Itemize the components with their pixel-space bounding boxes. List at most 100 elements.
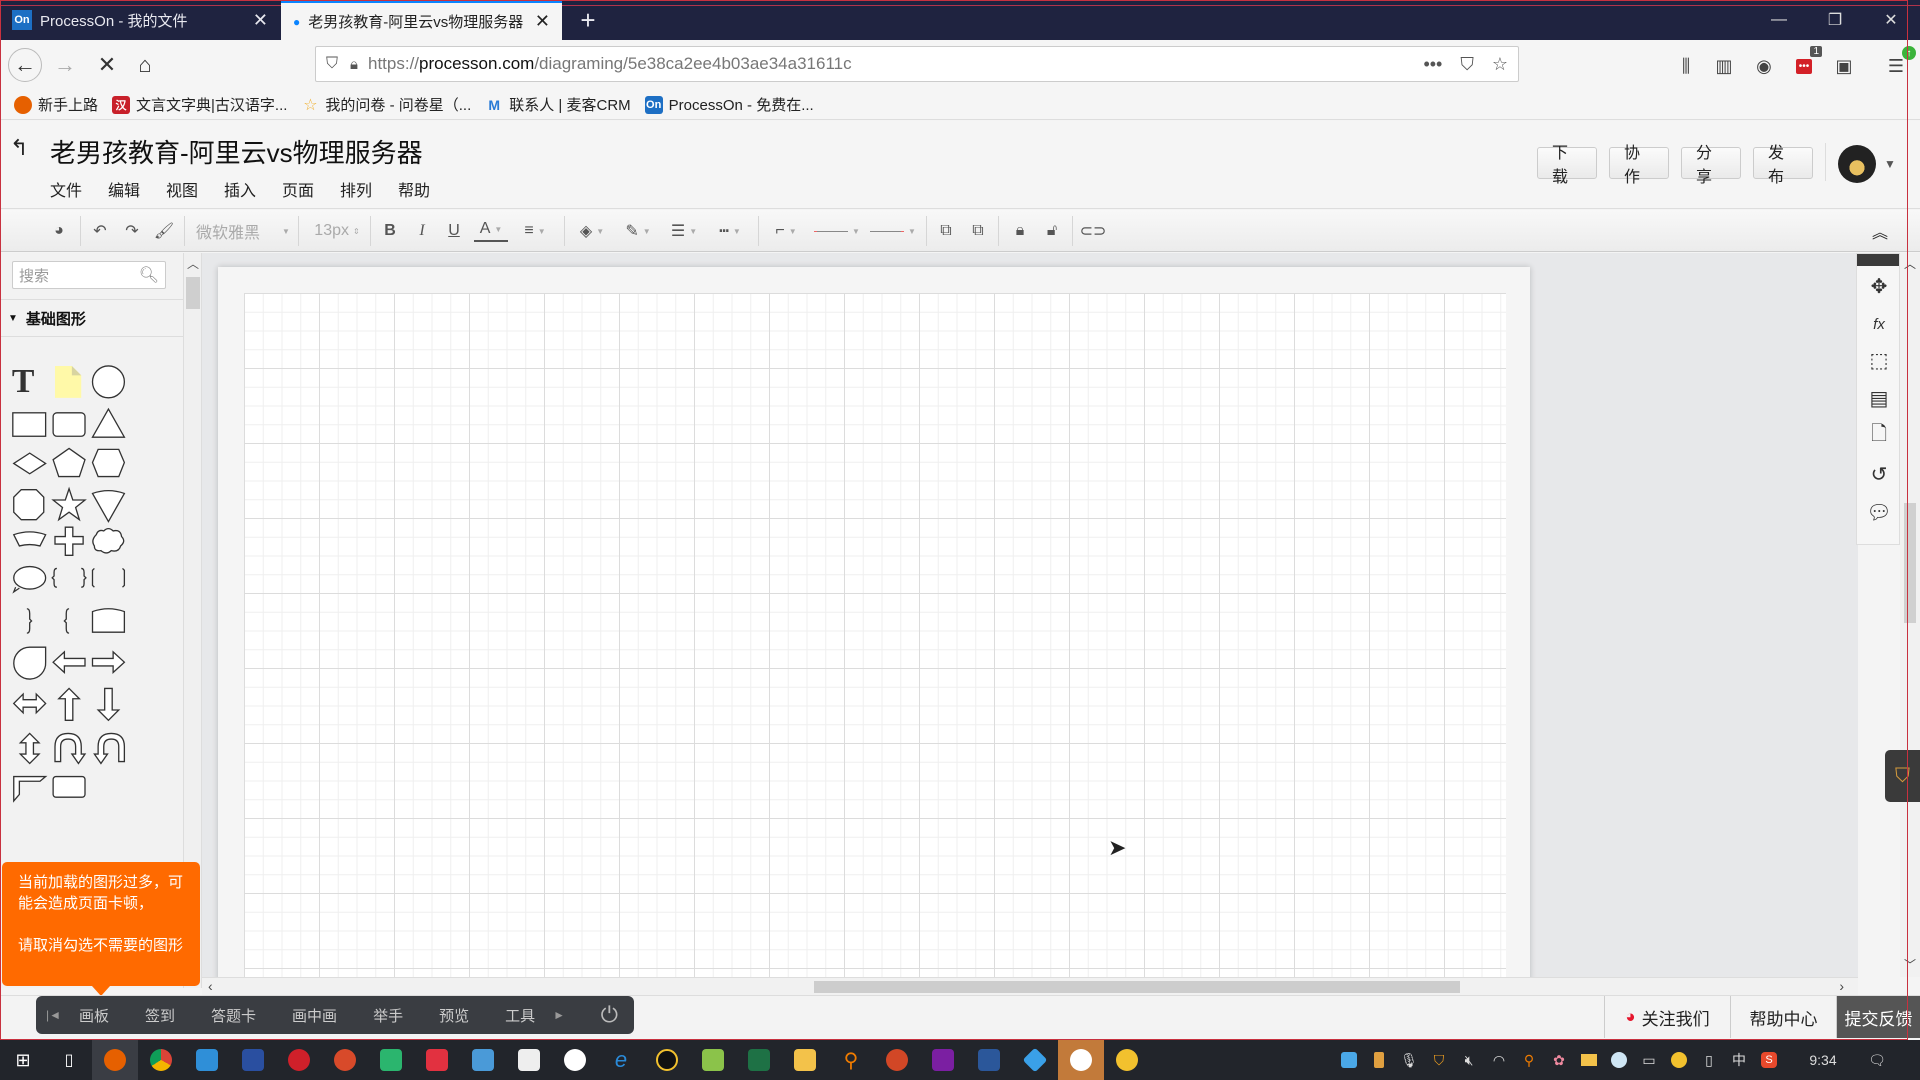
font-size-input[interactable]: 13px ⇕ — [310, 218, 364, 244]
close-tab-icon[interactable]: ✕ — [253, 10, 268, 31]
feedback-button[interactable]: 提交反馈 — [1836, 996, 1920, 1038]
rounded-rectangle-shape-icon[interactable] — [52, 412, 86, 437]
search-app-taskbar-icon[interactable]: ⚲ — [828, 1040, 874, 1080]
line-style-icon[interactable]: ┅ ▼ — [712, 218, 748, 244]
powerpoint-taskbar-icon[interactable] — [874, 1040, 920, 1080]
pentagon-shape-icon[interactable] — [52, 447, 86, 478]
trapezoid-arc-shape-icon[interactable] — [12, 531, 47, 547]
menu-file[interactable]: 文件 — [38, 177, 96, 201]
download-button[interactable]: 下载 — [1537, 145, 1597, 186]
typora-taskbar-icon[interactable] — [506, 1040, 552, 1080]
expand-right-icon[interactable]: ► — [553, 1008, 565, 1022]
lock-icon[interactable]: 🔒︎ — [350, 56, 358, 73]
corner-shape-icon[interactable] — [13, 775, 48, 803]
account-icon[interactable]: ◉ — [1750, 52, 1778, 80]
horizontal-scrollbar[interactable]: ‹ › — [202, 977, 1858, 995]
extension-lastpass-icon[interactable]: ••• 1 — [1790, 46, 1822, 80]
menu-edit[interactable]: 编辑 — [96, 177, 154, 201]
excel-taskbar-icon[interactable] — [736, 1040, 782, 1080]
notification-app-icon[interactable] — [1578, 1049, 1600, 1071]
share-button[interactable]: 分享 — [1681, 145, 1741, 186]
undo-icon[interactable]: ↶ — [88, 218, 112, 244]
scrollbar-thumb[interactable] — [814, 981, 1460, 993]
shape-category-basic[interactable]: ▼ 基础图形 — [0, 299, 184, 337]
document-title[interactable]: 老男孩教育-阿里云vs物理服务器 — [50, 133, 423, 170]
security-shield-icon[interactable]: ⛉ — [1428, 1049, 1450, 1071]
search-icon[interactable]: 🔍︎ — [139, 265, 159, 285]
hamburger-menu-icon[interactable]: ☰ ↑ — [1882, 46, 1916, 80]
tray-app-icon[interactable] — [1338, 1049, 1360, 1071]
battery-icon[interactable]: ▭ — [1638, 1049, 1660, 1071]
layers-icon[interactable]: ▤ — [1863, 382, 1895, 414]
palette-tray-icon[interactable] — [1668, 1049, 1690, 1071]
rectangle-shape-icon[interactable] — [12, 412, 47, 437]
library-icon[interactable]: ⫼ — [1672, 52, 1700, 80]
end-arrow-icon[interactable]: ▼ — [868, 218, 918, 244]
url-bar[interactable]: ⛉ 🔒︎ https://processon.com/diagraming/5e… — [315, 46, 1519, 82]
avatar-dropdown-icon[interactable]: ▼ — [1884, 157, 1896, 171]
diamond-shape-icon[interactable] — [12, 452, 47, 475]
up-arrow-shape-icon[interactable] — [57, 687, 81, 721]
menu-arrange[interactable]: 排列 — [328, 177, 386, 201]
right-brace-shape-icon[interactable] — [26, 608, 33, 634]
action-center-icon[interactable]: 🗨︎ — [1866, 1049, 1888, 1071]
connector-type-icon[interactable]: ⌐ ▼ — [768, 218, 804, 244]
small-rounded-rectangle-shape-icon[interactable] — [52, 775, 86, 798]
hexagon-shape-icon[interactable] — [91, 448, 126, 478]
live-tool-pip[interactable]: 画中画 — [292, 1005, 337, 1026]
scrollbar-thumb[interactable] — [1904, 503, 1916, 623]
bookmark-item[interactable]: 汉文言文字典|古汉语字... — [112, 94, 287, 115]
line-width-icon[interactable]: ☰ ▼ — [666, 218, 702, 244]
bring-to-front-icon[interactable]: ⧉ — [934, 218, 958, 244]
font-family-select[interactable]: 微软雅黑 ▼ — [196, 218, 292, 244]
ime-indicator[interactable]: 中 — [1728, 1049, 1750, 1071]
shape-style-icon[interactable]: ◕ — [44, 218, 74, 244]
menu-page[interactable]: 页面 — [270, 177, 328, 201]
notepad-taskbar-icon[interactable] — [690, 1040, 736, 1080]
app-red-swirl-taskbar-icon[interactable] — [322, 1040, 368, 1080]
u-turn-arrow-right-shape-icon[interactable] — [54, 732, 87, 765]
star-shape-icon[interactable] — [51, 486, 87, 522]
app-diamond-taskbar-icon[interactable] — [1012, 1040, 1058, 1080]
xmind-taskbar-icon[interactable] — [414, 1040, 460, 1080]
brackets-shape-icon[interactable] — [91, 567, 126, 588]
help-center-button[interactable]: 帮助中心 — [1730, 996, 1836, 1038]
diagram-page[interactable] — [218, 267, 1530, 993]
vertical-scrollbar[interactable]: ︿ ﹀ — [1900, 253, 1920, 977]
down-arrow-shape-icon[interactable] — [96, 687, 121, 722]
menu-insert[interactable]: 插入 — [212, 177, 270, 201]
netease-music-taskbar-icon[interactable] — [276, 1040, 322, 1080]
usb-drive-icon[interactable]: ▯ — [1698, 1049, 1720, 1071]
redo-icon[interactable]: ↷ — [120, 218, 144, 244]
app-dots-taskbar-icon[interactable] — [552, 1040, 598, 1080]
more-actions-icon[interactable]: ••• — [1423, 54, 1442, 75]
double-arrow-shape-icon[interactable] — [12, 692, 47, 715]
scroll-right-icon[interactable]: › — [1839, 978, 1844, 994]
circle-shape-icon[interactable] — [91, 365, 126, 399]
note-shape-icon[interactable] — [55, 365, 82, 398]
start-arrow-icon[interactable]: ▼ — [812, 218, 862, 244]
format-painter-icon[interactable]: 🖌︎ — [152, 218, 176, 244]
pocket-icon[interactable]: ⛉ — [1460, 54, 1474, 75]
tracking-shield-icon[interactable]: ⛉ — [326, 55, 338, 73]
triangle-shape-icon[interactable] — [91, 407, 126, 438]
sogou-input-icon[interactable]: S — [1758, 1049, 1780, 1071]
rounded-top-rectangle-shape-icon[interactable] — [91, 608, 126, 633]
right-arrow-shape-icon[interactable] — [91, 650, 126, 674]
left-arrow-shape-icon[interactable] — [52, 650, 86, 674]
bookmark-item[interactable]: On ProcessOn - 免费在... — [644, 94, 814, 115]
left-brace-shape-icon[interactable] — [63, 608, 70, 634]
menu-view[interactable]: 视图 — [154, 177, 212, 201]
firefox-taskbar-icon[interactable] — [92, 1040, 138, 1080]
collapse-toolbar-icon[interactable]: ︽ — [1866, 218, 1894, 244]
restore-button[interactable]: ❐ — [1812, 0, 1858, 40]
reader-sidebar-icon[interactable]: ▥ — [1710, 52, 1738, 80]
publish-button[interactable]: 发布 — [1753, 145, 1813, 186]
qq-taskbar-icon[interactable] — [644, 1040, 690, 1080]
live-tool-raise-hand[interactable]: 举手 — [373, 1005, 403, 1026]
cross-shape-icon[interactable] — [54, 526, 84, 556]
back-button[interactable]: ← — [8, 48, 42, 82]
app-doc-taskbar-icon[interactable] — [460, 1040, 506, 1080]
close-window-button[interactable]: ✕ — [1868, 0, 1914, 40]
power-icon[interactable]: ⏻ — [601, 1002, 618, 1028]
